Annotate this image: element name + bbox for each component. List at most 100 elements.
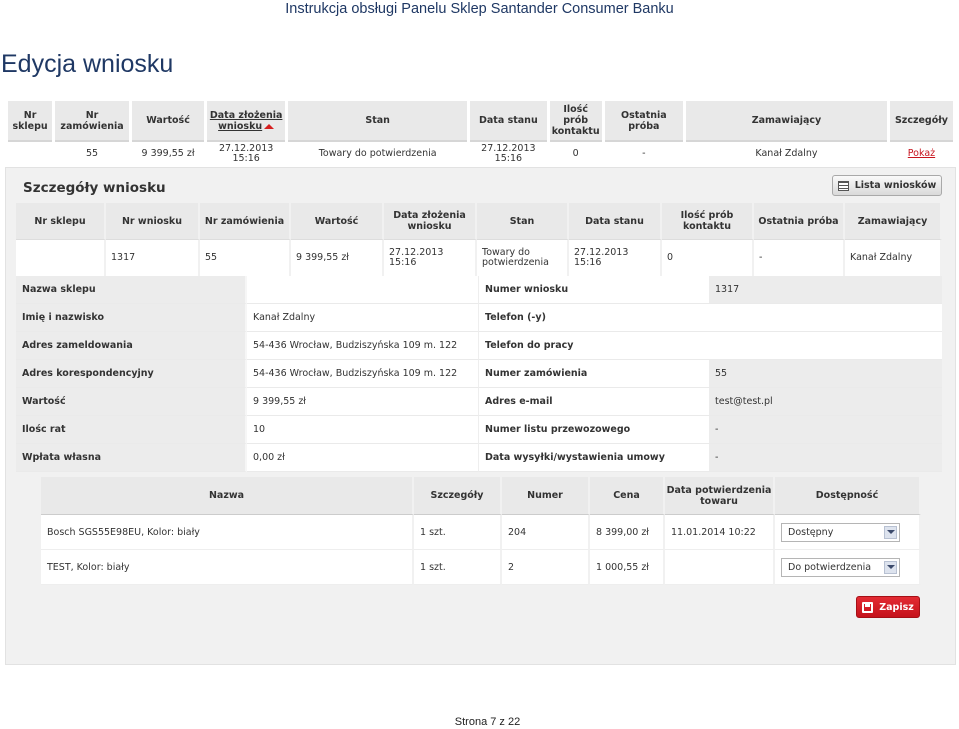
value-telefon (709, 304, 942, 332)
col-ilosc-prob: Ilość prób kontaktu (549, 101, 602, 142)
product-name: TEST, Kolor: biały (41, 550, 414, 585)
label-telefon: Telefon (-y) (478, 304, 709, 332)
applications-list-button[interactable]: Lista wniosków (832, 175, 942, 196)
application-details-panel: Szczegóły wniosku Lista wniosków Nr skle… (5, 167, 956, 665)
label-wplata-wlasna: Wpłata własna (16, 444, 247, 472)
value-adres-korespondencyjny: 54-436 Wrocław, Budziszyńska 109 m. 122 (247, 360, 478, 388)
col-nr-zamowienia: Nr zamówienia (200, 203, 291, 240)
list-icon (837, 180, 849, 191)
cell: 27.12.2013 15:16 (384, 240, 477, 277)
product-price: 8 399,00 zł (590, 515, 665, 550)
cell: 1317 (106, 240, 200, 277)
label-data-wysylki: Data wysyłki/wystawienia umowy (478, 444, 709, 472)
cell (8, 144, 52, 164)
label-ilosc-rat: Ilośc rat (16, 416, 247, 444)
table-row: 55 9 399,55 zł 27.12.2013 15:16 Towary d… (8, 144, 953, 164)
label-nazwa-sklepu: Nazwa sklepu (16, 276, 247, 304)
product-price: 1 000,55 zł (590, 550, 665, 585)
product-qty: 1 szt. (414, 550, 502, 585)
value-numer-listu: - (709, 416, 942, 444)
value-data-wysylki: - (709, 444, 942, 472)
cell: 27.12.2013 15:16 (218, 143, 274, 164)
label-numer-wniosku: Numer wniosku (478, 276, 709, 304)
table-row: 1317 55 9 399,55 zł 27.12.2013 15:16 Tow… (16, 240, 942, 277)
cell: - (754, 240, 845, 277)
cell: Kanał Zdalny (755, 148, 818, 159)
availability-select[interactable]: Do potwierdzenia (781, 557, 900, 577)
sort-asc-icon (264, 123, 275, 129)
col-numer: Numer (502, 477, 590, 515)
detail-row: Adres zameldowania 54-436 Wrocław, Budzi… (16, 332, 942, 360)
label-adres-korespondencyjny: Adres korespondencyjny (16, 360, 247, 388)
detail-row: Wpłata własna 0,00 zł Data wysyłki/wysta… (16, 444, 942, 472)
product-date (665, 550, 775, 585)
col-nr-zamowienia: Nr zamówienia (55, 101, 129, 142)
summary-table: Nr sklepu Nr wniosku Nr zamówienia Warto… (16, 203, 942, 277)
value-ilosc-rat: 10 (247, 416, 478, 444)
value-numer-wniosku: 1317 (709, 276, 942, 304)
col-data-zlozenia[interactable]: Data złożenia wniosku (207, 101, 286, 142)
panel-title: Szczegóły wniosku (23, 180, 166, 196)
col-zamawiajacy: Zamawiający (845, 203, 942, 240)
document-header: Instrukcja obsługi Panelu Sklep Santande… (285, 1, 674, 17)
value-email: test@test.pl (709, 388, 942, 416)
value-imie-nazwisko: Kanał Zdalny (247, 304, 478, 332)
col-szczegoly: Szczegóły (889, 101, 953, 142)
details-grid: Nazwa sklepu Numer wniosku 1317 Imię i n… (16, 276, 942, 472)
cell: 55 (200, 240, 291, 277)
value-numer-zamowienia: 55 (709, 360, 942, 388)
availability-select[interactable]: Dostępny (781, 522, 900, 542)
availability-cell: Do potwierdzenia (775, 550, 921, 585)
col-wartosc: Wartość (131, 101, 205, 142)
col-wartosc: Wartość (291, 203, 384, 240)
show-details-link[interactable]: Pokaż (908, 148, 935, 159)
label-email: Adres e-mail (478, 388, 709, 416)
cell: Towary do potwierdzenia (477, 240, 569, 277)
value-wartosc: 9 399,55 zł (247, 388, 478, 416)
page-title: Edycja wniosku (1, 50, 174, 78)
col-stan: Stan (477, 203, 569, 240)
detail-row: Nazwa sklepu Numer wniosku 1317 (16, 276, 942, 304)
chevron-down-icon (884, 560, 897, 574)
product-qty: 1 szt. (414, 515, 502, 550)
products-table: Nazwa Szczegóły Numer Cena Data potwierd… (41, 477, 921, 585)
cell: 9 399,55 zł (141, 148, 195, 159)
product-date: 11.01.2014 10:22 (665, 515, 775, 550)
product-name: Bosch SGS55E98EU, Kolor: biały (41, 515, 414, 550)
cell: 9 399,55 zł (291, 240, 384, 277)
col-data-potwierdzenia: Data potwierdzenia towaru (665, 477, 775, 515)
label-adres-zameldowania: Adres zameldowania (16, 332, 247, 360)
col-data-stanu: Data stanu (569, 203, 662, 240)
col-nr-sklepu: Nr sklepu (8, 101, 53, 142)
col-nr-sklepu: Nr sklepu (16, 203, 106, 240)
save-button[interactable]: Zapisz (856, 596, 920, 618)
table-row: Bosch SGS55E98EU, Kolor: biały 1 szt. 20… (41, 515, 921, 550)
detail-row: Adres korespondencyjny 54-436 Wrocław, B… (16, 360, 942, 388)
cell: Towary do potwierdzenia (318, 148, 437, 159)
cell: 55 (86, 148, 99, 159)
label-numer-zamowienia: Numer zamówienia (478, 360, 709, 388)
detail-row: Imię i nazwisko Kanał Zdalny Telefon (-y… (16, 304, 942, 332)
save-icon (862, 601, 874, 613)
col-szczegoly: Szczegóły (414, 477, 502, 515)
label-wartosc: Wartość (16, 388, 247, 416)
col-ilosc-prob: Ilość prób kontaktu (662, 203, 754, 240)
cell (16, 240, 106, 277)
cell: Kanał Zdalny (845, 240, 942, 277)
cell: 27.12.2013 15:16 (481, 143, 536, 164)
detail-row: Wartość 9 399,55 zł Adres e-mail test@te… (16, 388, 942, 416)
col-nr-wniosku: Nr wniosku (106, 203, 200, 240)
table-row: TEST, Kolor: biały 1 szt. 2 1 000,55 zł … (41, 550, 921, 585)
availability-cell: Dostępny (775, 515, 921, 550)
value-nazwa-sklepu (247, 276, 478, 304)
value-telefon-praca (709, 332, 942, 360)
page-number: Strona 7 z 22 (454, 716, 521, 728)
cell: 0 (662, 240, 754, 277)
col-zamawiajacy: Zamawiający (686, 101, 887, 142)
col-ostatnia-proba: Ostatnia próba (604, 101, 683, 142)
value-wplata-wlasna: 0,00 zł (247, 444, 478, 472)
col-nazwa: Nazwa (41, 477, 414, 515)
col-data-zlozenia: Data złożenia wniosku (384, 203, 477, 240)
product-number: 204 (502, 515, 590, 550)
col-cena: Cena (590, 477, 665, 515)
